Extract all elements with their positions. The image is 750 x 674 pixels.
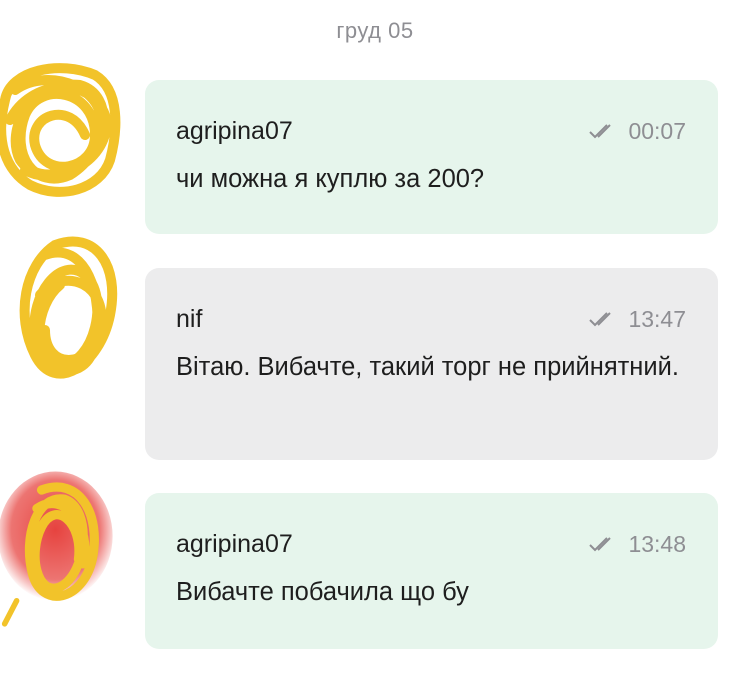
avatar (0, 63, 121, 197)
double-check-icon (589, 124, 612, 139)
double-check-icon (589, 312, 612, 327)
message-text: Вітаю. Вибачте, такий торг не прийнятний… (176, 353, 679, 381)
message-time: 13:47 (628, 305, 686, 332)
message-time: 13:48 (628, 530, 686, 557)
message-bubble: agripina07 00:07 чи можна я куплю за 200… (145, 80, 718, 234)
message-bubble: agripina07 13:48 Вибачте побачила що бу (145, 493, 718, 649)
avatar (0, 471, 113, 627)
avatar (19, 236, 118, 379)
message-time: 00:07 (628, 117, 686, 144)
message-text: чи можна я куплю за 200? (176, 165, 485, 193)
date-separator: груд 05 (336, 18, 414, 43)
message-text: Вибачте побачила що бу (176, 578, 469, 606)
double-check-icon (589, 537, 612, 552)
message-author: agripina07 (176, 529, 293, 558)
message-author: nif (176, 304, 203, 333)
message-author: agripina07 (176, 116, 293, 145)
message-bubble: nif 13:47 Вітаю. Вибачте, такий торг не … (145, 268, 718, 460)
